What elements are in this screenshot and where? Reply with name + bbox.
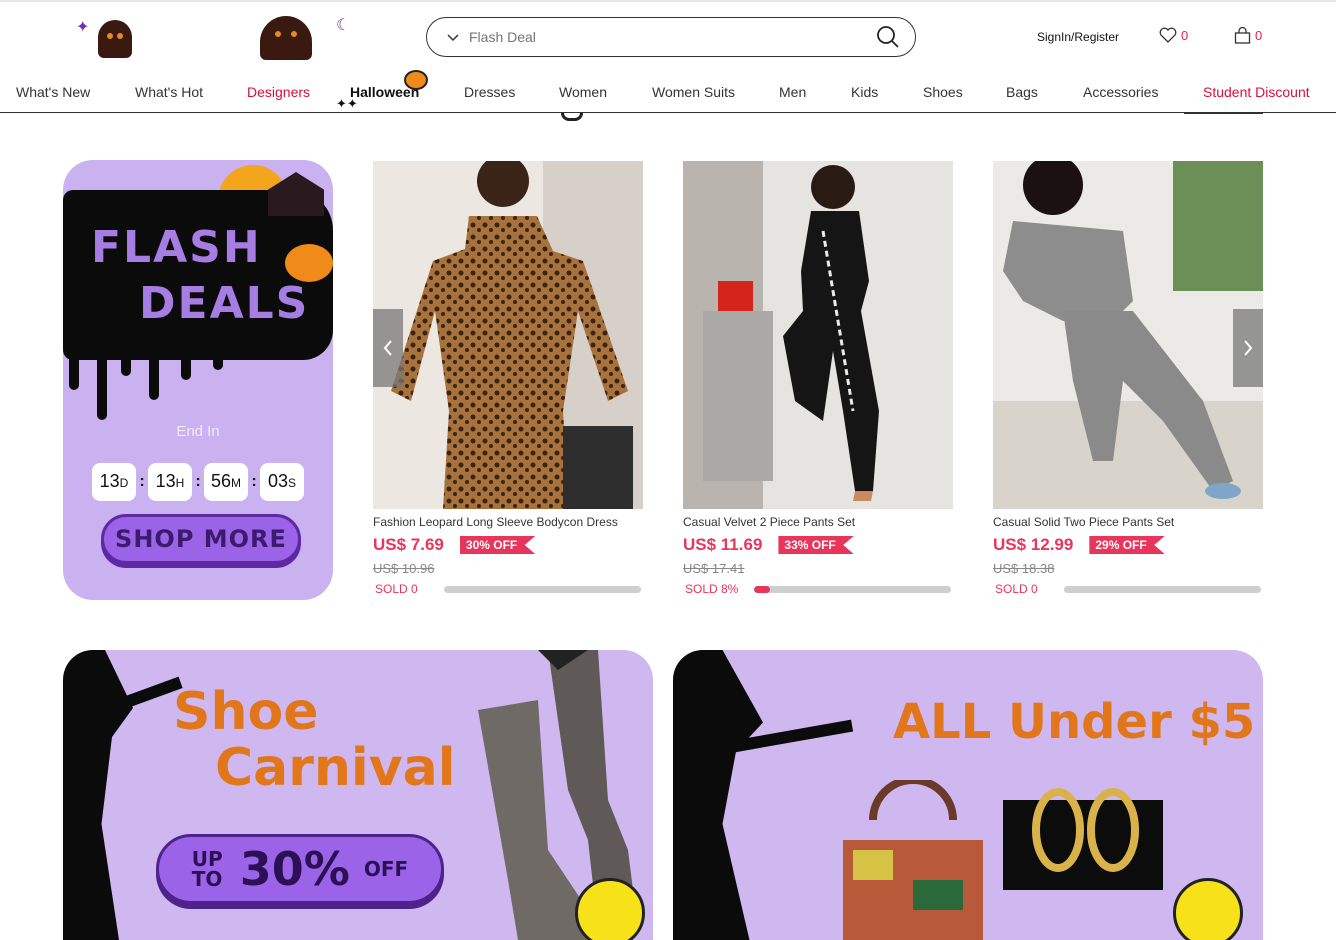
- wishlist-count: 0: [1181, 27, 1189, 43]
- hoop-earrings-photo: [1003, 788, 1163, 890]
- signin-register-link[interactable]: SignIn/Register: [1037, 30, 1119, 44]
- heart-icon: [1159, 27, 1177, 43]
- product-photo-leopard-dress: [373, 161, 643, 509]
- all-under-5-title: ALL Under $5: [893, 694, 1256, 750]
- ghost-icon: [98, 20, 132, 58]
- nav-men[interactable]: Men: [779, 84, 806, 100]
- slime-drip: [69, 350, 79, 390]
- flash-deals-title: FLASH DEALS: [91, 222, 310, 329]
- nav-women-suits[interactable]: Women Suits: [652, 84, 735, 100]
- pumpkin-icon: [404, 70, 428, 90]
- ghost-hanger-icon: [561, 113, 583, 121]
- discount-badge: 30% OFF: [459, 536, 536, 554]
- timer-seconds: 03 S: [260, 463, 304, 501]
- wishlist-button[interactable]: 0: [1159, 27, 1188, 43]
- nav-whats-new[interactable]: What's New: [16, 84, 90, 100]
- sold-label: SOLD 0: [995, 582, 1038, 596]
- product-image[interactable]: [683, 161, 953, 509]
- cart-button[interactable]: 0: [1234, 27, 1262, 44]
- snakeskin-bag-photo: [843, 780, 983, 940]
- bat-icon: ✦: [76, 19, 90, 36]
- nav-student-discount[interactable]: Student Discount: [1203, 84, 1310, 100]
- original-price: US$ 10.96: [373, 561, 435, 576]
- up-to-30-off-badge: UP TO 30% OFF: [156, 834, 444, 904]
- shopping-bag-icon: [1234, 27, 1251, 44]
- nav-dresses[interactable]: Dresses: [464, 84, 515, 100]
- original-price: US$ 17.41: [683, 561, 745, 576]
- sold-progress-bar: [754, 585, 951, 593]
- product-card[interactable]: Casual Velvet 2 Piece Pants Set US$ 11.6…: [683, 161, 953, 596]
- site-logo[interactable]: ✦ ☾: [70, 14, 360, 62]
- slime-drip: [213, 350, 223, 370]
- timer-hours: 13 H: [148, 463, 192, 501]
- sold-label: SOLD 8%: [685, 582, 739, 596]
- timer-days: 13 D: [92, 463, 136, 501]
- slime-drip: [149, 350, 159, 400]
- moon-badge-icon: [1173, 878, 1243, 940]
- product-card[interactable]: Casual Solid Two Piece Pants Set US$ 12.…: [993, 161, 1263, 596]
- chevron-right-icon: [1244, 340, 1253, 356]
- search-icon[interactable]: [875, 24, 901, 50]
- nav-whats-hot[interactable]: What's Hot: [135, 84, 203, 100]
- bat-icon: ✦✦: [336, 96, 358, 111]
- product-price: US$ 7.69: [373, 535, 444, 554]
- main-nav: What's New What's Hot Designers Hallowee…: [0, 70, 1336, 114]
- sold-progress-bar: [444, 585, 641, 593]
- timer-minutes: 56 M: [204, 463, 248, 501]
- moon-badge-icon: [575, 878, 645, 940]
- sold-progress-bar: [1064, 585, 1261, 593]
- flash-deals-panel[interactable]: FLASH DEALS End In 13 D : 13 H : 56 M : 03 S…: [63, 160, 333, 600]
- product-photo-grey-pants-set: [993, 161, 1263, 509]
- nav-designers[interactable]: Designers: [247, 84, 310, 100]
- product-photo-velvet-pants-set: [683, 161, 953, 509]
- countdown-timer: 13 D : 13 H : 56 M : 03 S: [92, 463, 304, 501]
- nav-accessories[interactable]: Accessories: [1083, 84, 1158, 100]
- search-input[interactable]: [469, 29, 875, 45]
- nav-bags[interactable]: Bags: [1006, 84, 1038, 100]
- all-under-5-banner[interactable]: ALL Under $5: [673, 650, 1263, 940]
- chevron-down-icon[interactable]: [445, 29, 461, 45]
- product-name[interactable]: Casual Solid Two Piece Pants Set: [993, 515, 1263, 529]
- carousel-next-button[interactable]: [1233, 309, 1263, 387]
- product-name[interactable]: Fashion Leopard Long Sleeve Bodycon Dres…: [373, 515, 643, 529]
- product-image[interactable]: [373, 161, 643, 509]
- nav-active-indicator: [1184, 112, 1263, 114]
- slime-drip: [181, 350, 191, 380]
- shoe-carnival-title: Shoe Carnival: [173, 682, 456, 798]
- spooky-tree-shape: [63, 650, 133, 940]
- carousel-prev-button[interactable]: [373, 309, 403, 387]
- sold-label: SOLD 0: [375, 582, 418, 596]
- original-price: US$ 18.38: [993, 561, 1055, 576]
- end-in-label: End In: [176, 423, 220, 440]
- product-image[interactable]: [993, 161, 1263, 509]
- slime-drip: [121, 350, 131, 376]
- nav-kids[interactable]: Kids: [851, 84, 878, 100]
- shoe-carnival-banner[interactable]: Shoe Carnival UP TO 30% OFF: [63, 650, 653, 940]
- search-bar[interactable]: [426, 17, 916, 57]
- chevron-left-icon: [383, 340, 392, 356]
- product-price: US$ 11.69: [683, 535, 763, 554]
- ghost-logo-icon: [260, 16, 312, 60]
- slime-drip: [97, 350, 107, 420]
- cart-count: 0: [1255, 28, 1263, 43]
- moon-icon: ☾: [336, 17, 351, 34]
- nav-shoes[interactable]: Shoes: [923, 84, 963, 100]
- product-card[interactable]: Fashion Leopard Long Sleeve Bodycon Dres…: [373, 161, 643, 596]
- discount-badge: 33% OFF: [778, 536, 854, 554]
- spooky-tree-shape: [673, 650, 763, 940]
- discount-badge: 29% OFF: [1089, 536, 1165, 554]
- shop-more-button[interactable]: SHOP MORE: [101, 514, 301, 564]
- nav-women[interactable]: Women: [559, 84, 607, 100]
- product-price: US$ 12.99: [993, 535, 1074, 554]
- product-name[interactable]: Casual Velvet 2 Piece Pants Set: [683, 515, 953, 529]
